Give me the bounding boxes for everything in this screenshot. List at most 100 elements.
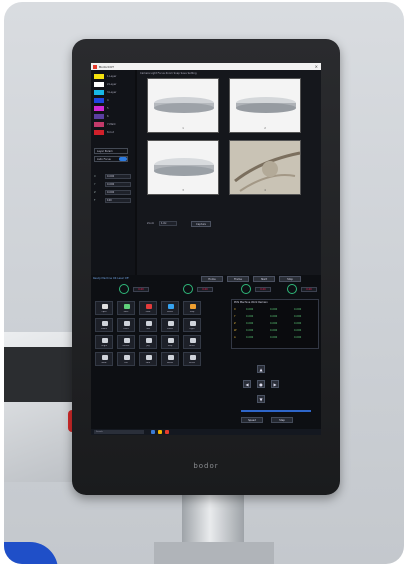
- auto-focus-toggle[interactable]: [119, 157, 127, 161]
- param-field-input[interactable]: 0.000: [105, 190, 131, 195]
- layer-label: 1-Layer: [107, 74, 117, 78]
- keypad-icon: [102, 304, 108, 309]
- keypad-icon: [146, 338, 152, 343]
- layer-swatch: [94, 122, 104, 127]
- keypad: Open Save Start Pause Stop Frame Laser Gas Focus…: [95, 301, 227, 421]
- coordinate-value: 0.000: [246, 315, 254, 318]
- screen[interactable]: BodorCUT × 1-Layer 2-Layer 3-Layer 4 5 6 7-Mar…: [91, 63, 321, 435]
- stop-button[interactable]: Stop: [279, 276, 301, 282]
- thumbnail-3[interactable]: 3: [147, 140, 219, 195]
- camera-toolbar[interactable]: Camera Light Focus Zoom Snap Save Settin…: [140, 72, 197, 75]
- coordinate-value: 0.000: [246, 308, 254, 311]
- keypad-label: Return: [122, 345, 130, 347]
- keypad-button[interactable]: Laser: [117, 318, 135, 332]
- keypad-icon: [190, 304, 196, 309]
- keypad-button[interactable]: Frame: [95, 318, 113, 332]
- thumbnail-1[interactable]: 1: [147, 78, 219, 133]
- param-field-input[interactable]: 0.000: [105, 182, 131, 187]
- coordinate-value: 0.000: [246, 322, 254, 325]
- step-button[interactable]: Step: [271, 417, 293, 423]
- keypad-button[interactable]: Origin: [95, 335, 113, 349]
- param-field-row: X 0.000: [94, 174, 132, 179]
- keypad-button[interactable]: Dot: [117, 352, 135, 366]
- keypad-button[interactable]: Path: [139, 352, 157, 366]
- speed-button[interactable]: Speed: [241, 417, 263, 423]
- coordinate-axis: A: [234, 336, 236, 339]
- keypad-button[interactable]: Break: [161, 352, 179, 366]
- capture-button[interactable]: Capture: [191, 221, 211, 227]
- keypad-button[interactable]: Start: [139, 301, 157, 315]
- frame-button[interactable]: Frame: [227, 276, 249, 282]
- coordinate-value: 0.000: [294, 308, 302, 311]
- close-button[interactable]: ×: [315, 64, 318, 69]
- param-field-input[interactable]: 0.000: [105, 174, 131, 179]
- gauge-2-value: 0.00: [197, 287, 213, 292]
- keypad-icon: [146, 321, 152, 326]
- keypad-icon: [190, 321, 196, 326]
- speed-slider[interactable]: [241, 410, 311, 412]
- keypad-button[interactable]: Open: [95, 301, 113, 315]
- layer-swatch: [94, 98, 104, 103]
- keypad-button[interactable]: Stop: [183, 301, 201, 315]
- folder-icon[interactable]: [158, 430, 162, 434]
- keypad-button[interactable]: Return: [117, 335, 135, 349]
- keypad-button[interactable]: Focus: [161, 318, 179, 332]
- keypad-button[interactable]: Blow: [95, 352, 113, 366]
- coordinate-value: 0.000: [294, 315, 302, 318]
- jog-center-button[interactable]: ●: [257, 380, 265, 388]
- keypad-icon: [124, 355, 130, 360]
- taskbar-search[interactable]: Search: [94, 430, 144, 434]
- jog-down-button[interactable]: ▼: [257, 395, 265, 403]
- keypad-button[interactable]: Reset: [183, 335, 201, 349]
- coordinate-axis: W: [234, 329, 237, 332]
- control-area: Ready Machine OK Laser Off Home Frame St…: [91, 275, 321, 430]
- thumbnail-caption: 1: [182, 127, 184, 130]
- app-logo-icon[interactable]: [165, 430, 169, 434]
- coordinate-value: 0.000: [270, 308, 278, 311]
- coordinate-row: W 0.000 0.000 0.000: [234, 329, 316, 334]
- keypad-icon: [168, 338, 174, 343]
- layer-label: 5: [107, 106, 109, 110]
- param-field-input[interactable]: 100: [105, 198, 131, 203]
- keypad-label: Pause: [167, 311, 173, 313]
- coordinate-axis: Z: [234, 322, 236, 325]
- layer-label: 6: [107, 114, 109, 118]
- coordinate-value: 0.000: [270, 329, 278, 332]
- param-field-row: F 100: [94, 198, 132, 203]
- thumbnail-caption: 4: [264, 189, 266, 192]
- jog-up-button[interactable]: ▲: [257, 365, 265, 373]
- jog-pad: ▲ ▼ ◀ ▶ ●: [241, 365, 281, 405]
- jog-left-button[interactable]: ◀: [243, 380, 251, 388]
- keypad-icon: [190, 338, 196, 343]
- keypad-button[interactable]: Save: [117, 301, 135, 315]
- coordinate-value: 0.000: [270, 336, 278, 339]
- keypad-label: Jog: [146, 345, 150, 347]
- thumbnail-4[interactable]: 4: [229, 140, 301, 195]
- coordinate-table: POS Machine Work Remain X 0.000 0.000 0.000…: [231, 299, 319, 349]
- coordinate-value: 0.000: [270, 322, 278, 325]
- thumbnail-2[interactable]: 2: [229, 78, 301, 133]
- keypad-icon: [124, 304, 130, 309]
- keypad-label: Start: [145, 311, 151, 313]
- keypad-label: Frame: [100, 328, 108, 330]
- jog-right-button[interactable]: ▶: [271, 380, 279, 388]
- layer-label: 2-Layer: [107, 82, 117, 86]
- title-bar: BodorCUT ×: [91, 63, 321, 70]
- scene-card: bodor BodorCUT × 1-Layer 2-Layer 3-Layer 4 5…: [4, 2, 404, 564]
- layer-param-button[interactable]: Layer Param: [94, 148, 128, 154]
- keypad-button[interactable]: Light: [183, 318, 201, 332]
- keypad-icon: [146, 304, 152, 309]
- keypad-button[interactable]: Step: [161, 335, 179, 349]
- keypad-button[interactable]: Pierce: [183, 352, 201, 366]
- keypad-button[interactable]: Pause: [161, 301, 179, 315]
- taskbar-app-icon[interactable]: [151, 430, 155, 434]
- zoom-value[interactable]: 1.0x: [159, 221, 177, 226]
- keypad-button[interactable]: Jog: [139, 335, 157, 349]
- coordinate-value: 0.000: [246, 329, 254, 332]
- app-title: BodorCUT: [99, 64, 114, 69]
- coordinate-value: 0.000: [294, 336, 302, 339]
- start-button[interactable]: Start: [253, 276, 275, 282]
- home-button[interactable]: Home: [201, 276, 223, 282]
- keypad-button[interactable]: Gas: [139, 318, 157, 332]
- camera-panel: Camera Light Focus Zoom Snap Save Settin…: [137, 70, 321, 275]
